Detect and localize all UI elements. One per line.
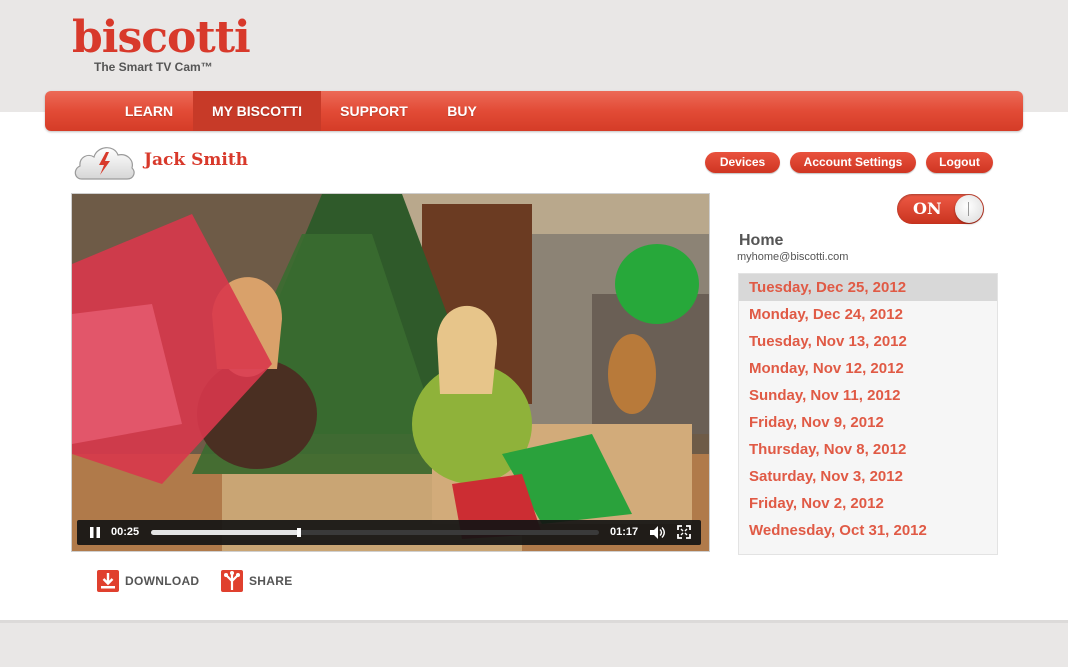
devices-button[interactable]: Devices <box>705 152 780 173</box>
seek-handle[interactable] <box>296 528 301 537</box>
share-label: SHARE <box>249 574 293 588</box>
toggle-state-label: ON <box>913 199 942 218</box>
camera-power-toggle[interactable]: ON <box>897 194 984 224</box>
video-frame <box>72 194 709 551</box>
date-item[interactable]: Monday, Nov 12, 2012 <box>739 355 997 382</box>
date-item[interactable]: Saturday, Nov 3, 2012 <box>739 463 997 490</box>
nav-learn[interactable]: LEARN <box>113 91 185 131</box>
seek-bar-progress <box>151 530 299 535</box>
biscotti-logo[interactable]: biscotti The Smart TV Cam™ <box>72 12 251 75</box>
date-item[interactable]: Sunday, Nov 11, 2012 <box>739 382 997 409</box>
date-item[interactable]: Friday, Nov 2, 2012 <box>739 490 997 517</box>
date-item-selected[interactable]: Tuesday, Dec 25, 2012 <box>739 274 997 301</box>
toggle-knob[interactable] <box>955 195 983 223</box>
elapsed-time: 00:25 <box>111 526 140 538</box>
device-name: Home <box>739 232 784 249</box>
date-item[interactable]: Wednesday, Oct 31, 2012 <box>739 517 997 544</box>
account-settings-button[interactable]: Account Settings <box>790 152 916 173</box>
video-player[interactable] <box>71 193 710 552</box>
share-button[interactable]: SHARE <box>221 570 293 592</box>
date-item[interactable]: Thursday, Nov 8, 2012 <box>739 436 997 463</box>
pause-icon[interactable] <box>89 526 101 539</box>
knob-grip <box>968 202 969 216</box>
share-icon <box>221 570 243 592</box>
download-label: DOWNLOAD <box>125 574 200 588</box>
logo-wordmark: biscotti <box>72 12 251 63</box>
nav-support[interactable]: SUPPORT <box>333 91 415 131</box>
main-nav: LEARN MY BISCOTTI SUPPORT BUY <box>45 91 1023 131</box>
footer-background <box>0 620 1068 667</box>
date-item[interactable]: Friday, Nov 9, 2012 <box>739 409 997 436</box>
download-icon <box>97 570 119 592</box>
date-item[interactable]: Monday, Dec 24, 2012 <box>739 301 997 328</box>
recordings-date-list: Tuesday, Dec 25, 2012 Monday, Dec 24, 20… <box>738 273 998 555</box>
device-email: myhome@biscotti.com <box>737 251 849 263</box>
volume-icon[interactable] <box>649 525 667 540</box>
date-item[interactable]: Tuesday, Nov 13, 2012 <box>739 328 997 355</box>
cloud-lightning-icon <box>74 147 135 180</box>
video-controls: 00:25 01:17 <box>77 520 701 545</box>
logout-button[interactable]: Logout <box>926 152 993 173</box>
fullscreen-icon[interactable] <box>677 525 691 539</box>
duration-time: 01:17 <box>610 526 639 538</box>
nav-buy[interactable]: BUY <box>437 91 487 131</box>
seek-bar[interactable] <box>151 528 599 537</box>
nav-my-biscotti[interactable]: MY BISCOTTI <box>193 91 321 131</box>
download-button[interactable]: DOWNLOAD <box>97 570 199 592</box>
user-name: Jack Smith <box>144 150 249 170</box>
